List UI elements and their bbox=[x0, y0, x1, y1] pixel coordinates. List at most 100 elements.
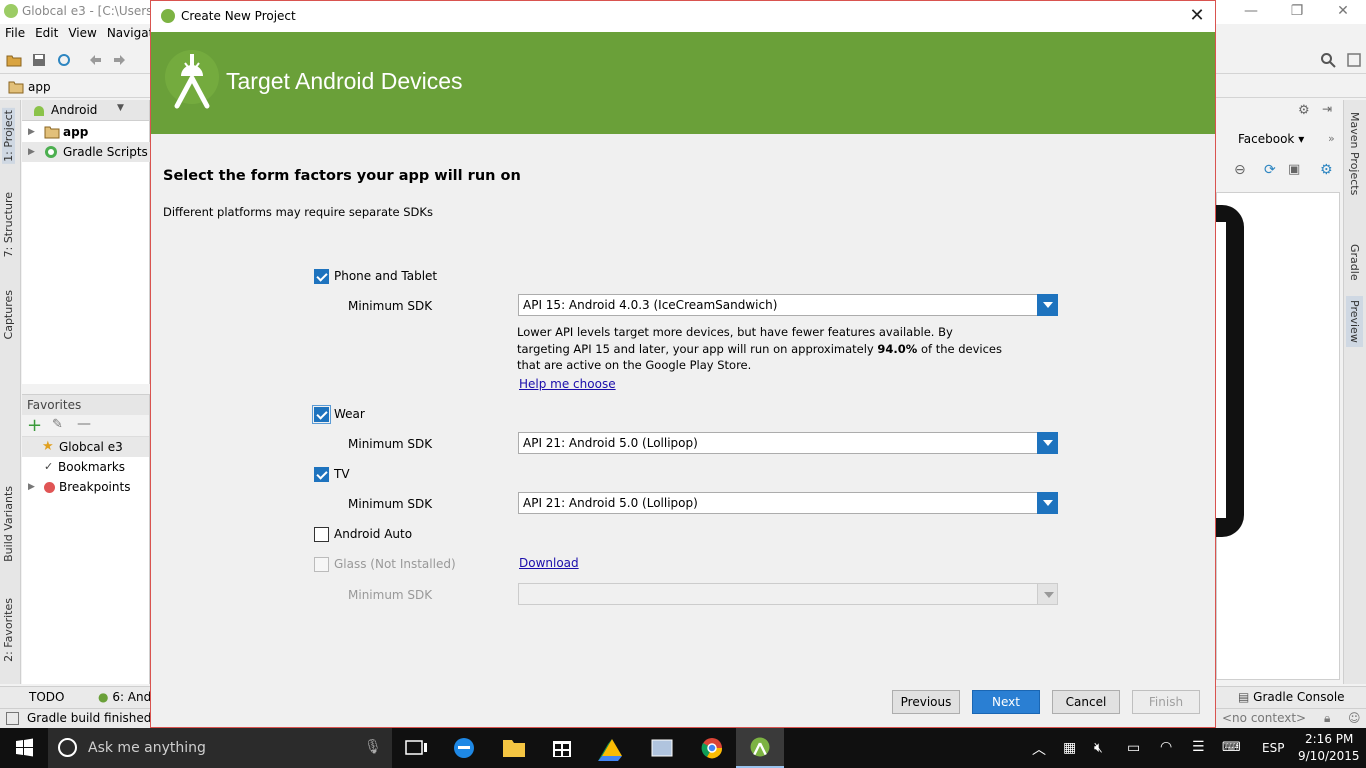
tab-build-variants[interactable]: Build Variants bbox=[2, 486, 15, 562]
help-me-choose-link[interactable]: Help me choose bbox=[519, 377, 616, 391]
menu-edit[interactable]: Edit bbox=[30, 24, 63, 42]
microphone-icon[interactable]: 🎙︎ bbox=[364, 739, 382, 755]
tab-android-monitor[interactable]: ● 6: And bbox=[98, 690, 151, 704]
sdk-manager-icon[interactable] bbox=[1346, 52, 1362, 68]
finish-button: Finish bbox=[1132, 690, 1200, 714]
glass-min-sdk-select bbox=[518, 583, 1058, 605]
lock-icon[interactable]: 🔒︎ bbox=[1324, 711, 1330, 726]
store-icon[interactable] bbox=[538, 728, 586, 768]
android-auto-checkbox[interactable] bbox=[314, 527, 329, 542]
settings-icon[interactable]: ⚙ bbox=[1320, 162, 1333, 178]
hide-panel-icon[interactable]: ⇥ bbox=[1322, 102, 1332, 116]
file-explorer-icon[interactable] bbox=[490, 728, 538, 768]
inspector-icon[interactable]: ☺ bbox=[1348, 711, 1361, 725]
tree-item-app[interactable]: ▶ app bbox=[22, 122, 150, 142]
project-panel: Android ▼ ▶ app ▶ Gradle Scripts bbox=[22, 100, 150, 384]
cortana-search-box[interactable]: Ask me anything 🎙︎ bbox=[48, 728, 392, 768]
camera-icon[interactable]: ▣ bbox=[1288, 162, 1300, 177]
clock-time[interactable]: 2:16 PM bbox=[1305, 732, 1353, 746]
save-icon[interactable] bbox=[31, 52, 47, 68]
open-folder-icon[interactable] bbox=[6, 52, 22, 68]
tree-item-gradle-scripts[interactable]: ▶ Gradle Scripts bbox=[22, 142, 150, 162]
phone-min-sdk-select[interactable]: API 15: Android 4.0.3 (IceCreamSandwich) bbox=[518, 294, 1058, 316]
preview-device-selector[interactable]: Facebook ▾ bbox=[1238, 132, 1304, 146]
zoom-out-icon[interactable]: ⊖ bbox=[1234, 162, 1246, 178]
action-center-icon[interactable]: ☰ bbox=[1192, 739, 1205, 755]
windows-start-icon[interactable] bbox=[0, 728, 48, 768]
tab-captures[interactable]: Captures bbox=[2, 290, 15, 339]
wifi-icon[interactable]: ◠ bbox=[1160, 739, 1172, 755]
wear-min-sdk-select[interactable]: API 21: Android 5.0 (Lollipop) bbox=[518, 432, 1058, 454]
maximize-icon[interactable]: ❐ bbox=[1274, 0, 1320, 24]
phone-tablet-checkbox[interactable] bbox=[314, 269, 329, 284]
tab-gradle[interactable]: Gradle bbox=[1348, 244, 1361, 281]
volume-muted-icon[interactable]: 🔇︎ bbox=[1094, 740, 1103, 756]
right-tool-strip: Maven Projects Gradle Preview bbox=[1343, 100, 1366, 684]
form-factor-heading: Select the form factors your app will ru… bbox=[163, 168, 521, 184]
download-glass-link[interactable]: Download bbox=[519, 556, 579, 570]
gear-icon[interactable]: ⚙ bbox=[1298, 103, 1310, 118]
edit-icon[interactable]: ✎ bbox=[52, 417, 63, 432]
refresh-icon[interactable]: ⟳ bbox=[1264, 162, 1276, 178]
tab-maven-projects[interactable]: Maven Projects bbox=[1348, 112, 1361, 195]
dialog-header: Target Android Devices bbox=[151, 32, 1215, 134]
chrome-icon[interactable] bbox=[688, 728, 736, 768]
add-icon[interactable]: + bbox=[27, 415, 42, 437]
android-studio-taskbar-icon[interactable] bbox=[736, 728, 784, 768]
tab-favorites[interactable]: 2: Favorites bbox=[2, 598, 15, 662]
tv-min-sdk-select[interactable]: API 21: Android 5.0 (Lollipop) bbox=[518, 492, 1058, 514]
tab-structure[interactable]: 7: Structure bbox=[2, 192, 15, 257]
dropdown-arrow-icon[interactable] bbox=[1037, 432, 1058, 454]
task-view-icon[interactable] bbox=[392, 728, 440, 768]
previous-button[interactable]: Previous bbox=[892, 690, 960, 714]
tv-checkbox[interactable] bbox=[314, 467, 329, 482]
input-language[interactable]: ESP bbox=[1262, 741, 1284, 755]
android-icon bbox=[34, 106, 44, 116]
menu-view[interactable]: View bbox=[63, 24, 101, 42]
cancel-button[interactable]: Cancel bbox=[1052, 690, 1120, 714]
search-icon[interactable] bbox=[1320, 52, 1336, 68]
tab-project[interactable]: 1: Project bbox=[2, 108, 15, 164]
network-device-icon[interactable]: ▦ bbox=[1063, 740, 1076, 756]
minimize-icon[interactable]: — bbox=[1228, 0, 1274, 24]
clock-date[interactable]: 9/10/2015 bbox=[1298, 749, 1360, 763]
expand-arrow-icon[interactable]: ▶ bbox=[28, 477, 35, 497]
tab-todo-label: TODO bbox=[29, 690, 65, 704]
project-view-selector[interactable]: Android ▼ bbox=[22, 100, 149, 121]
windows-taskbar: Ask me anything 🎙︎ ︿ ▦ 🔇︎ ▭ ◠ ☰ ⌨ ESP 2:… bbox=[0, 728, 1366, 768]
dropdown-arrow-icon[interactable] bbox=[1037, 294, 1058, 316]
next-button[interactable]: Next bbox=[972, 690, 1040, 714]
remove-icon[interactable]: — bbox=[77, 416, 91, 432]
dropdown-arrow-icon[interactable] bbox=[1037, 492, 1058, 514]
close-icon[interactable]: ✕ bbox=[1320, 0, 1366, 24]
glass-min-sdk-label: Minimum SDK bbox=[348, 588, 433, 602]
redo-icon[interactable] bbox=[112, 52, 128, 68]
expand-arrow-icon[interactable]: ▶ bbox=[28, 142, 35, 162]
more-icon[interactable]: » bbox=[1328, 132, 1335, 145]
wear-checkbox[interactable] bbox=[312, 405, 331, 424]
chevron-down-icon: ▼ bbox=[117, 103, 124, 113]
favorite-bookmarks[interactable]: ✓ Bookmarks bbox=[22, 457, 149, 477]
phone-screen bbox=[1216, 222, 1226, 518]
favorite-breakpoints[interactable]: ▶ Breakpoints bbox=[22, 477, 149, 497]
windows-app-icon[interactable] bbox=[638, 728, 686, 768]
edge-browser-icon[interactable] bbox=[440, 728, 488, 768]
battery-icon[interactable]: ▭ bbox=[1127, 740, 1140, 756]
menu-file[interactable]: File bbox=[0, 24, 30, 42]
favorite-globcal[interactable]: ★ Globcal e3 bbox=[22, 437, 149, 457]
folder-icon bbox=[8, 81, 24, 94]
close-icon[interactable]: ✕ bbox=[1185, 5, 1209, 27]
tab-preview[interactable]: Preview bbox=[1346, 296, 1363, 347]
show-hidden-icons-icon[interactable]: ︿ bbox=[1032, 739, 1046, 759]
expand-arrow-icon[interactable]: ▶ bbox=[28, 122, 35, 142]
breadcrumb-app[interactable]: app bbox=[28, 80, 51, 94]
dialog-title: Create New Project bbox=[181, 9, 296, 23]
status-toggle-icon[interactable] bbox=[6, 712, 19, 725]
tab-todo[interactable]: TODO bbox=[29, 690, 64, 704]
tree-item-label: Gradle Scripts bbox=[63, 145, 148, 159]
tab-gradle-console[interactable]: ▤ Gradle Console bbox=[1238, 690, 1345, 704]
sync-icon[interactable] bbox=[56, 52, 72, 68]
google-drive-icon[interactable] bbox=[588, 728, 636, 768]
keyboard-icon[interactable]: ⌨ bbox=[1222, 740, 1241, 755]
undo-icon[interactable] bbox=[87, 52, 103, 68]
